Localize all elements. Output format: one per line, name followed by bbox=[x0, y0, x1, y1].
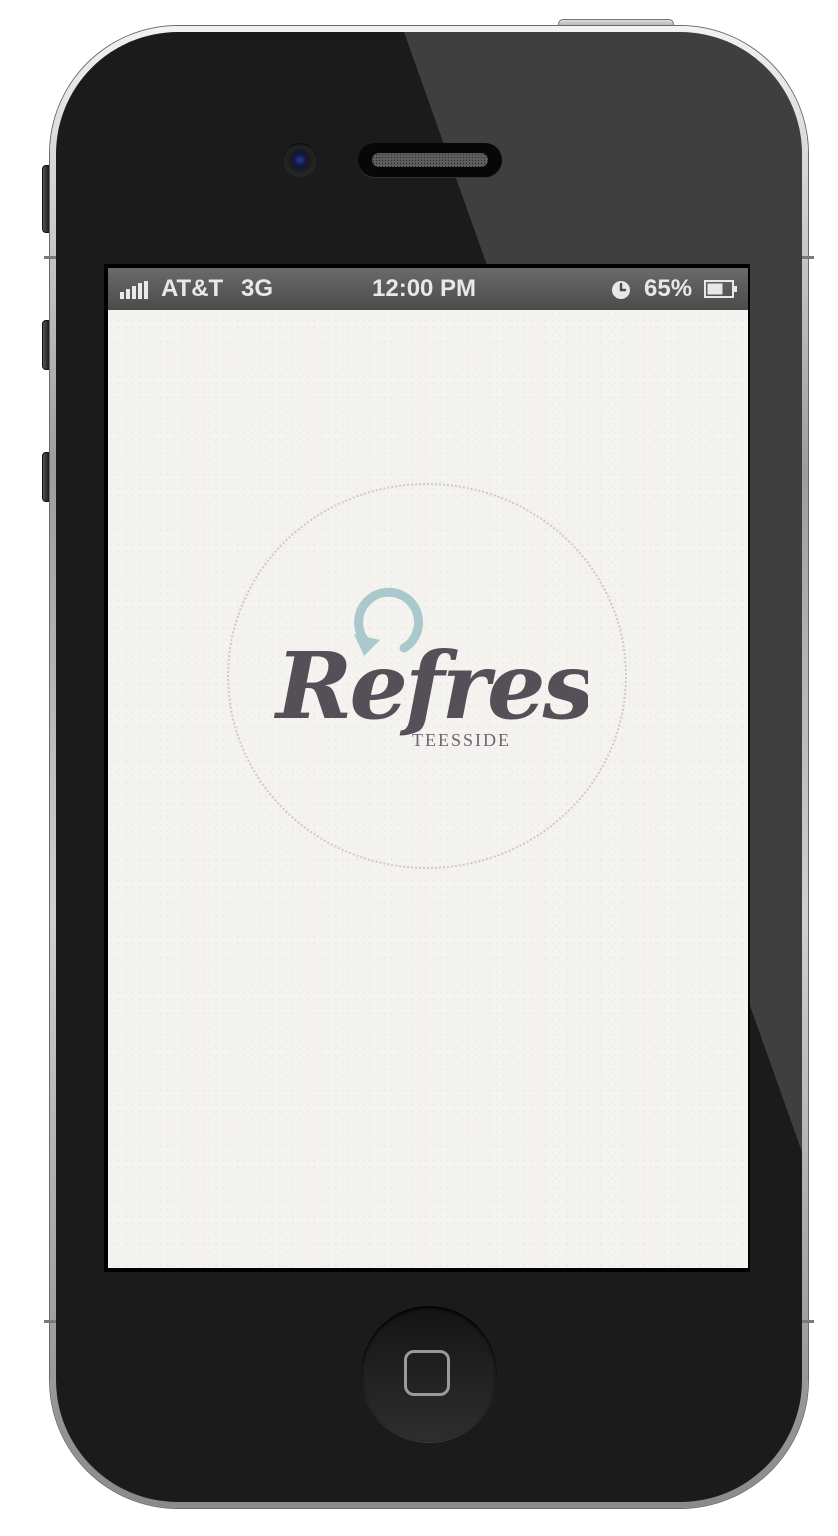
front-camera-icon bbox=[283, 143, 317, 177]
home-button[interactable] bbox=[361, 1306, 497, 1442]
battery-icon bbox=[704, 280, 737, 298]
home-square-icon bbox=[404, 1350, 450, 1396]
network-type: 3G bbox=[241, 275, 274, 302]
status-time: 12:00 PM bbox=[372, 275, 477, 302]
carrier-name: AT&T bbox=[161, 275, 224, 302]
device-screen: AT&T 3G 12:00 PM 65% Refresh bbox=[104, 264, 750, 1272]
device-mockup: AT&T 3G 12:00 PM 65% Refresh bbox=[0, 0, 838, 1536]
alarm-clock-icon bbox=[612, 281, 630, 299]
battery-percentage: 65% bbox=[644, 275, 693, 302]
status-bar: AT&T 3G 12:00 PM 65% bbox=[108, 268, 748, 310]
speaker-mesh bbox=[372, 153, 488, 167]
refresh-teesside-logo: Refresh TEESSIDE bbox=[273, 587, 588, 750]
signal-strength-icon bbox=[120, 281, 148, 299]
earpiece-speaker bbox=[358, 143, 502, 177]
splash-screen: Refresh TEESSIDE bbox=[108, 310, 748, 1268]
logo-subtitle: TEESSIDE bbox=[412, 730, 511, 750]
logo-wordmark: Refresh bbox=[273, 632, 588, 740]
